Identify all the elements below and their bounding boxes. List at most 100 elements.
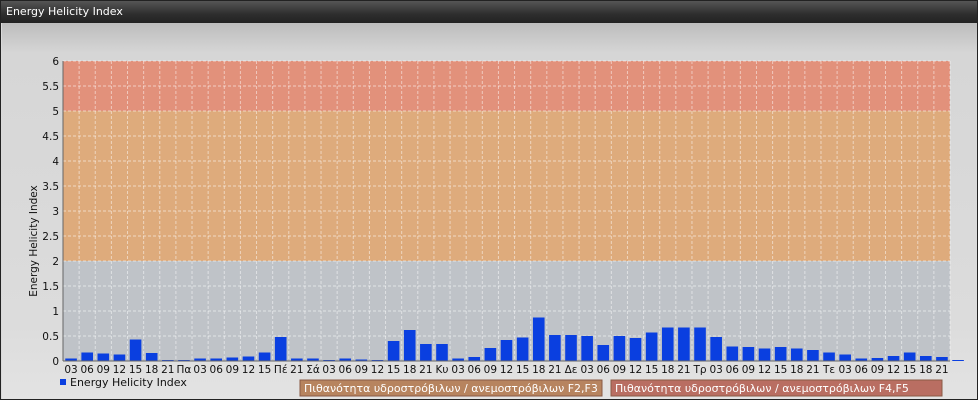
legend-label: Energy Helicity Index <box>70 376 187 389</box>
x-tick-label: 06 <box>210 364 224 376</box>
band-1 <box>63 111 950 261</box>
y-tick-label: 0 <box>52 356 59 368</box>
legend-swatch <box>60 379 66 385</box>
x-tick-label: Κυ <box>436 364 449 376</box>
bar-54 <box>936 357 948 361</box>
y-tick-label: 3.5 <box>42 181 59 193</box>
y-tick-label: 3 <box>52 206 59 218</box>
x-tick-label: 06 <box>726 364 740 376</box>
x-tick-label: 12 <box>113 364 126 376</box>
x-tick-label: Πα <box>177 364 192 376</box>
x-tick-label: 12 <box>500 364 513 376</box>
bar-36 <box>645 332 658 361</box>
bar-48 <box>839 354 851 361</box>
bar-52 <box>903 352 916 361</box>
x-tick-label: 12 <box>371 364 384 376</box>
bar-26 <box>484 348 497 361</box>
x-tick-label: Τρ <box>692 364 706 376</box>
bar-3 <box>113 354 126 361</box>
x-tick-label: 15 <box>129 364 142 376</box>
x-tick-label: 15 <box>645 364 658 376</box>
x-tick-label: 15 <box>387 364 400 376</box>
bar-21 <box>403 330 416 361</box>
band-label-f2f3: Πιθανότητα υδροστρόβιλων / ανεμοστρόβιλω… <box>304 382 598 395</box>
bar-40 <box>710 337 722 361</box>
bar-53 <box>920 356 932 361</box>
x-tick-label: 15 <box>903 364 916 376</box>
chart-panel: 0 0.5 1 1.5 2 2.5 3 3.5 4 4.5 5 5.5 6 03 06 09 12 15 18 21… <box>2 23 977 399</box>
chart-window: Energy Helicity Index 0 0.5 1 1.5 2 2.5 3 3.5 4 4… <box>0 0 978 400</box>
x-tick-label: 06 <box>339 364 353 376</box>
x-tick-label: 12 <box>887 364 900 376</box>
bar-27 <box>500 340 513 361</box>
band-2 <box>63 61 950 111</box>
x-tick-label: 21 <box>161 364 174 376</box>
x-tick-label: 18 <box>661 364 674 376</box>
x-tick-label: 18 <box>403 364 416 376</box>
x-tick-label: 09 <box>742 364 755 376</box>
x-tick-label: Δε <box>565 364 578 376</box>
x-tick-label: 18 <box>790 364 803 376</box>
x-tick-label: 15 <box>258 364 271 376</box>
x-tick-label: 06 <box>597 364 611 376</box>
band-labels: Πιθανότητα υδροστρόβιλων / ανεμοστρόβιλω… <box>299 379 943 397</box>
x-tick-label: 06 <box>855 364 869 376</box>
x-tick-label: 03 <box>709 364 722 376</box>
bar-47 <box>823 352 835 361</box>
bar-31 <box>565 335 577 361</box>
bar-28 <box>516 337 529 361</box>
bar-37 <box>661 327 674 361</box>
bar-5 <box>145 353 158 361</box>
bar-20 <box>387 341 400 361</box>
bar-43 <box>758 348 771 361</box>
x-tick-label: 09 <box>97 364 110 376</box>
x-tick-label: 21 <box>419 364 432 376</box>
bar-4 <box>129 339 142 361</box>
bar-1 <box>81 352 93 361</box>
bar-29 <box>532 317 545 361</box>
bar-35 <box>629 338 642 361</box>
x-tick-label: 18 <box>145 364 158 376</box>
y-tick-label: 2 <box>52 256 59 268</box>
x-tick-label: 03 <box>451 364 464 376</box>
x-tick-label: 18 <box>532 364 545 376</box>
bar-12 <box>258 352 271 361</box>
x-tick-label: 03 <box>838 364 851 376</box>
bar-11 <box>242 356 255 361</box>
x-tick-label: 09 <box>226 364 239 376</box>
bar-39 <box>694 327 706 361</box>
y-tick-label: 6 <box>52 56 59 68</box>
legend: Energy Helicity Index <box>60 376 187 389</box>
x-tick-label: Σά <box>306 364 320 376</box>
band-label-f4f5: Πιθανότητα υδροστρόβιλων / ανεμοστρόβιλω… <box>615 382 909 395</box>
bar-46 <box>807 350 819 361</box>
x-tick-label: 21 <box>548 364 561 376</box>
x-tick-label: 06 <box>468 364 482 376</box>
y-axis-ticks: 0 0.5 1 1.5 2 2.5 3 3.5 4 4.5 5 5.5 6 <box>42 56 59 368</box>
bar-13 <box>274 337 287 361</box>
window-title: Energy Helicity Index <box>6 5 123 18</box>
x-tick-label: 15 <box>774 364 787 376</box>
bar-51 <box>887 356 900 361</box>
x-axis-ticks: 03 06 09 12 15 18 21 Πα 03 06 09 12 15 Πέ 21 Σά 03 06 09 12… <box>64 364 948 376</box>
y-tick-label: 2.5 <box>42 231 59 243</box>
bar-42 <box>742 347 755 361</box>
x-tick-label: 09 <box>613 364 626 376</box>
x-tick-label: 03 <box>580 364 593 376</box>
bar-41 <box>726 346 739 361</box>
x-tick-label: Πέ <box>274 364 288 376</box>
y-tick-label: 1 <box>52 306 59 318</box>
y-tick-label: 5 <box>52 106 59 118</box>
y-tick-label: 5.5 <box>42 81 59 93</box>
x-tick-label: 12 <box>242 364 255 376</box>
energy-helicity-chart: 00.511.522.533.544.555.56 03 06 09 12 15 18 21… <box>28 56 964 397</box>
x-tick-label: 09 <box>484 364 497 376</box>
bar-45 <box>790 348 803 361</box>
bar-34 <box>613 336 626 361</box>
x-tick-label: 21 <box>935 364 948 376</box>
x-tick-label: 21 <box>806 364 819 376</box>
bar-44 <box>774 347 787 361</box>
bar-23 <box>436 344 448 361</box>
y-axis-label: Energy Helicity Index <box>28 185 40 297</box>
bar-33 <box>597 345 610 361</box>
